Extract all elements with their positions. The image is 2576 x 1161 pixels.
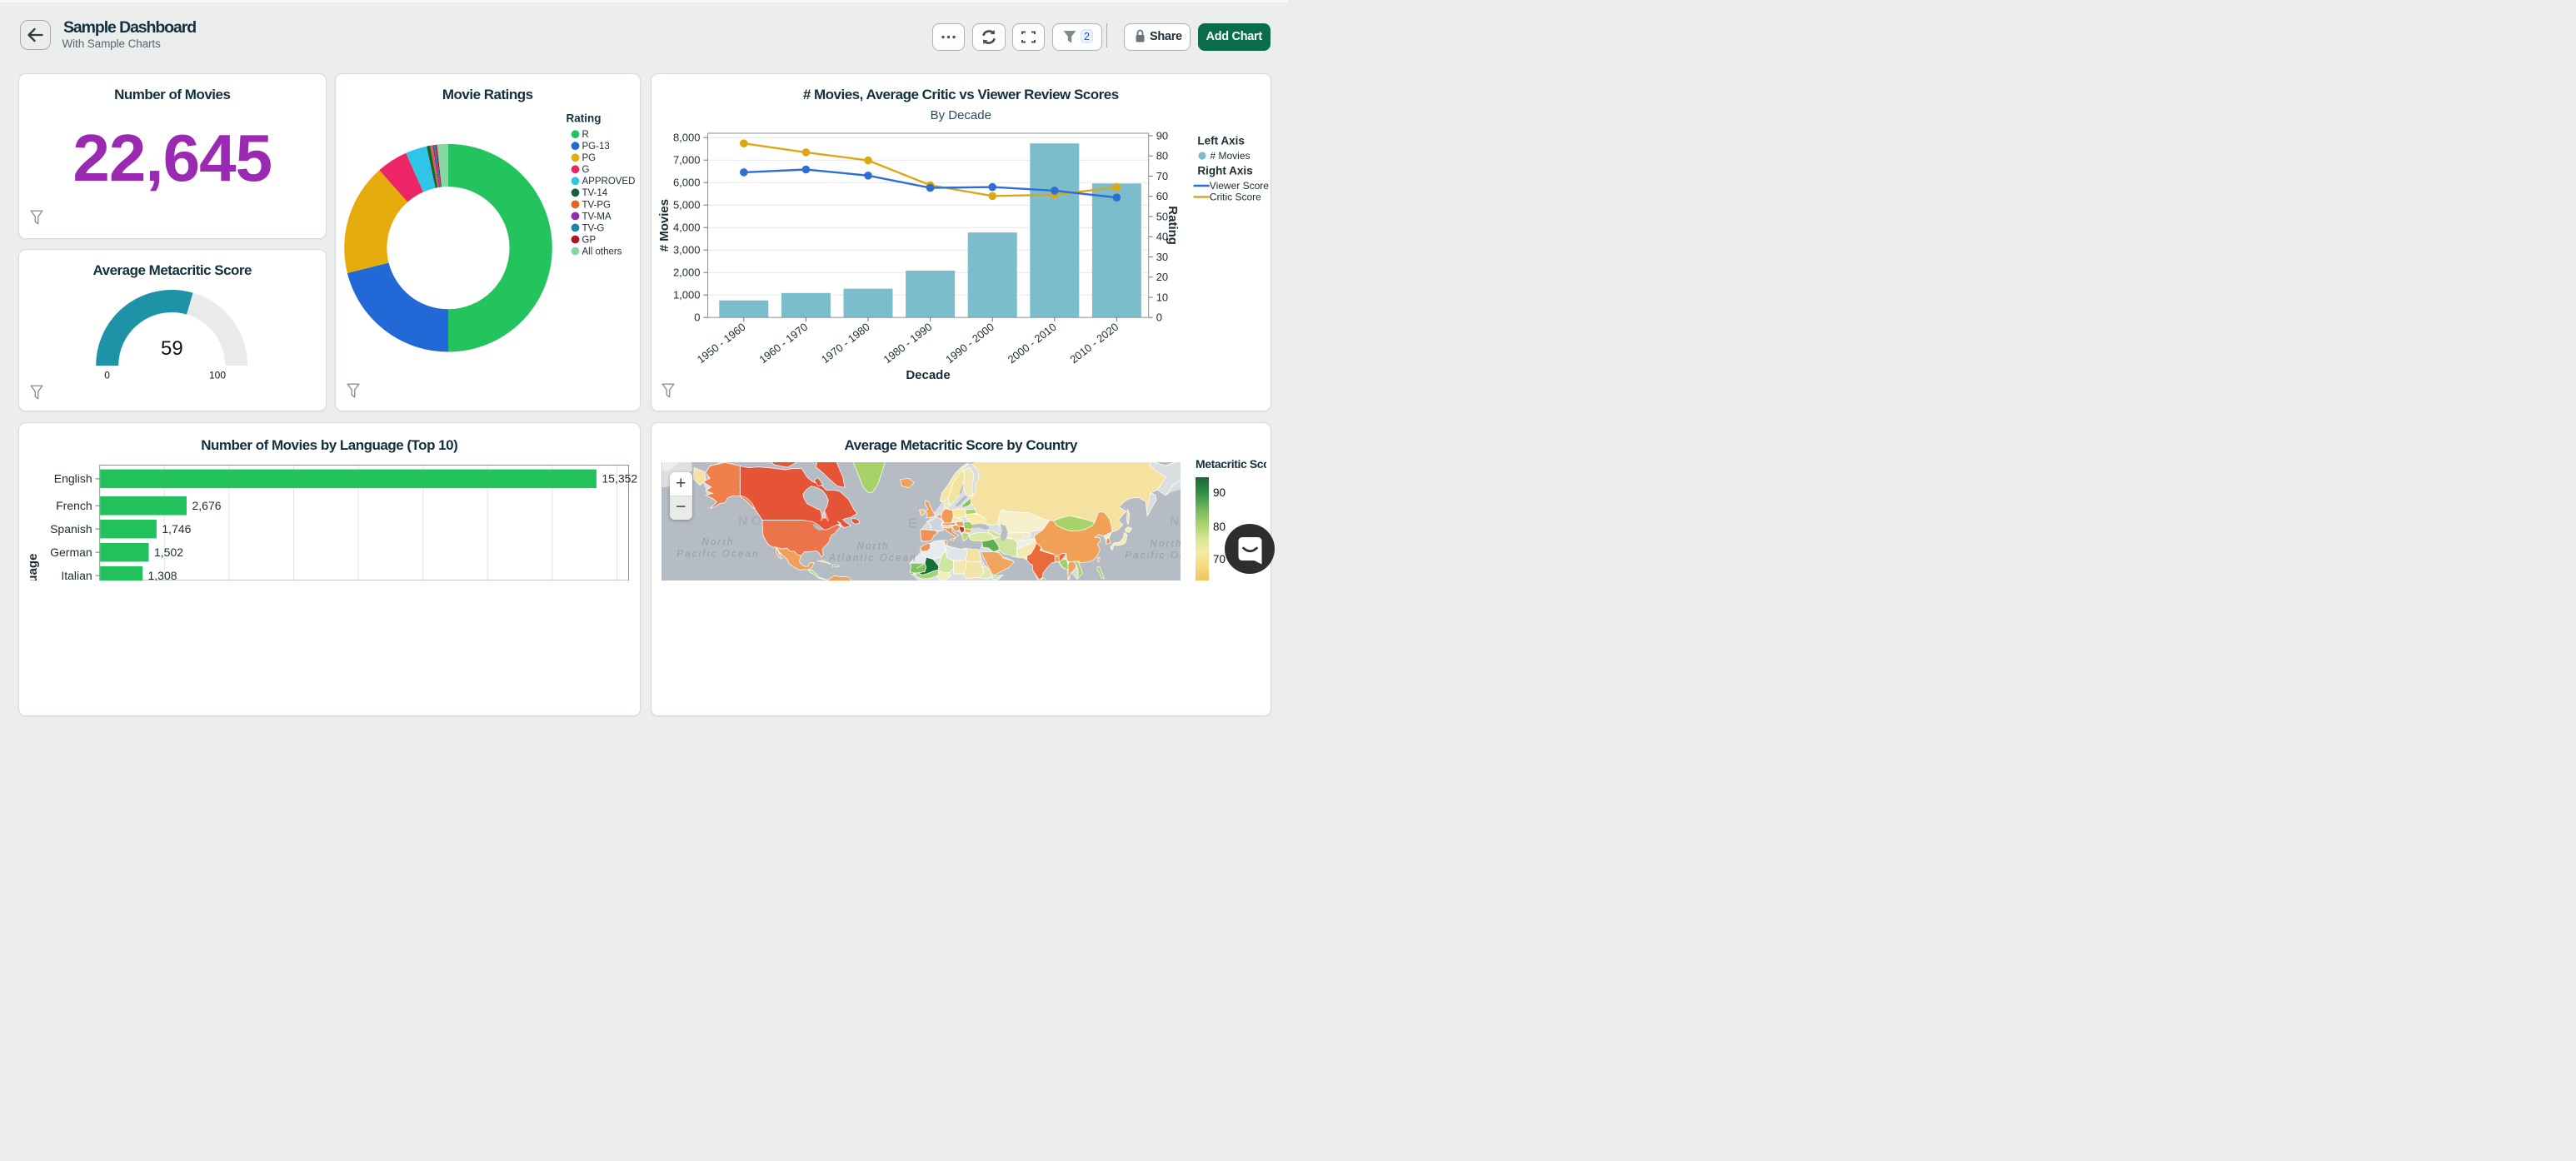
svg-text:Pacific Ocean: Pacific Ocean — [1125, 551, 1181, 561]
svg-text:North: North — [1150, 540, 1181, 550]
svg-text:N: N — [1170, 515, 1181, 529]
svg-text:Atlantic Ocean: Atlantic Ocean — [828, 554, 917, 564]
svg-text:E: E — [908, 517, 921, 531]
svg-text:North: North — [856, 542, 889, 552]
svg-text:Pacific Ocean: Pacific Ocean — [676, 550, 760, 560]
svg-text:North: North — [701, 538, 734, 548]
svg-text:A: A — [820, 511, 830, 525]
